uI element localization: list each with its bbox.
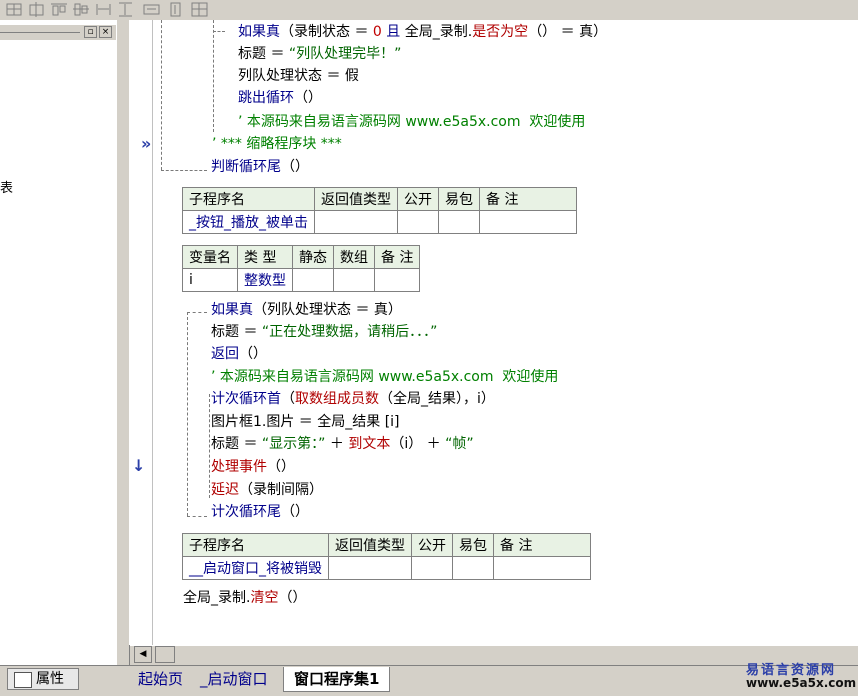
col-sub-name: 子程序名 [182,187,315,211]
code-line-delay[interactable]: 延迟（录制间隔） [211,480,323,500]
code-line-picture[interactable]: 图片框1.图片 ＝ 全局_结果 [i] [211,412,400,432]
align-top-icon[interactable] [49,1,69,18]
tab-startup-window[interactable]: _启动窗口 [190,667,278,691]
properties-tab[interactable]: 属性 [7,668,79,690]
code-line-for[interactable]: 计次循环首（取数组成员数（全局_结果），i） [211,389,495,409]
col-return-type: 返回值类型 [314,187,398,211]
scroll-left-icon[interactable]: ◀ [134,646,152,663]
code-line-for-end[interactable]: 计次循环尾（） [211,502,309,522]
alignment-toolbar [0,0,858,21]
col-public: 公开 [411,533,453,557]
code-line-title[interactable]: 标题 ＝ “列队处理完毕！” [238,44,401,64]
current-line-arrow-icon: ↓ [132,456,146,475]
col-public: 公开 [397,187,439,211]
panel-close-button[interactable]: × [99,26,112,38]
collapse-marker-icon[interactable]: » [141,134,151,153]
tab-window-program-set[interactable]: 窗口程序集1 [283,667,391,692]
code-line-if[interactable]: 如果真（录制状态 ＝ 0 且 全局_录制.是否为空（） ＝ 真） [238,22,607,42]
code-line-clear[interactable]: 全局_录制.清空（） [183,588,306,608]
align-left-icon[interactable] [5,1,25,18]
code-editor[interactable]: 如果真（录制状态 ＝ 0 且 全局_录制.是否为空（） ＝ 真） 标题 ＝ “列… [153,20,858,645]
col-array: 数组 [333,245,375,269]
return-type-cell[interactable] [328,556,412,580]
static-cell[interactable] [292,268,334,292]
col-var-type: 类 型 [237,245,293,269]
code-line-if2[interactable]: 如果真（列队处理状态 ＝ 真） [211,300,402,320]
sub-name-cell[interactable]: _按钮_播放_被单击 [182,210,315,234]
return-type-cell[interactable] [314,210,398,234]
var-name-cell[interactable]: i [182,268,238,292]
splitter-grip[interactable] [116,20,130,665]
code-line-return[interactable]: 返回（） [211,344,267,364]
same-width-icon[interactable] [94,1,114,18]
code-line-title2[interactable]: 标题 ＝ “正在处理数据，请稍后．．．” [211,322,437,342]
col-easy-pack: 易包 [438,187,480,211]
panel-minimize-button[interactable]: ▫ [84,26,97,38]
col-var-note: 备 注 [373,245,421,269]
subroutine-table: 子程序名 返回值类型 公开 易包 备 注 _按钮_播放_被单击 [182,187,577,234]
horizontal-space-icon[interactable] [142,1,162,18]
col-static: 静态 [292,245,334,269]
easy-pack-cell[interactable] [438,210,480,234]
var-type-cell[interactable]: 整数型 [237,268,293,292]
col-return-type: 返回值类型 [328,533,412,557]
subroutine-table-2: 子程序名 返回值类型 公开 易包 备 注 __启动窗口_将被销毁 [182,533,591,580]
note-cell[interactable] [479,210,577,234]
align-middle-icon[interactable] [71,1,91,18]
variable-table: 变量名 类 型 静态 数组 备 注 i 整数型 [182,245,421,292]
code-line-collapsed-block[interactable]: ’ *** 缩略程序块 *** [212,134,342,154]
public-cell[interactable] [411,556,453,580]
easy-pack-cell[interactable] [452,556,494,580]
code-line-comment[interactable]: ’ 本源码来自易语言源码网 www.e5a5x.com 欢迎使用 [238,112,585,132]
tab-start-page[interactable]: 起始页 [128,667,193,691]
vertical-space-icon[interactable] [166,1,186,18]
properties-tab-label: 属性 [36,671,64,687]
col-var-name: 变量名 [182,245,238,269]
note-cell[interactable] [493,556,591,580]
var-note-cell[interactable] [373,268,421,292]
code-line-event[interactable]: 处理事件（） [211,457,295,477]
code-gutter: » ↓ [129,20,153,645]
left-panel [0,20,117,665]
sub-name-cell[interactable]: __启动窗口_将被销毁 [182,556,329,580]
array-cell[interactable] [333,268,375,292]
col-note: 备 注 [493,533,591,557]
col-sub-name: 子程序名 [182,533,329,557]
col-easy-pack: 易包 [452,533,494,557]
code-line-loop-end[interactable]: 判断循环尾（） [211,157,309,177]
code-line-comment2[interactable]: ’ 本源码来自易语言源码网 www.e5a5x.com 欢迎使用 [211,367,558,387]
properties-icon [14,672,32,688]
panel-titlebar: ▫ × [0,25,116,40]
code-line-title3[interactable]: 标题 ＝ “显示第：” ＋ 到文本（i） ＋ “帧” [211,434,474,454]
same-height-icon[interactable] [116,1,136,18]
watermark-url: www.e5a5x.com [746,676,857,690]
code-line-break[interactable]: 跳出循环（） [238,88,322,108]
align-center-icon[interactable] [27,1,47,18]
public-cell[interactable] [397,210,439,234]
center-icon[interactable] [190,1,210,18]
col-note: 备 注 [479,187,577,211]
left-panel-text: 表 [0,181,14,196]
scroll-thumb[interactable] [155,646,175,663]
code-line-state[interactable]: 列队处理状态 ＝ 假 [238,66,359,86]
